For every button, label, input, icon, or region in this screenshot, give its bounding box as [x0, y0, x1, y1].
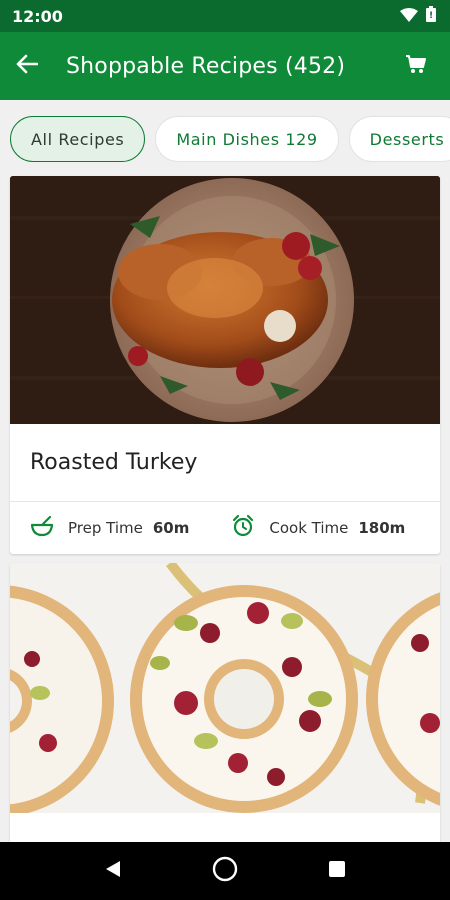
prep-time-value: 60m — [152, 519, 190, 537]
wifi-icon — [400, 7, 418, 26]
cook-time: Cook Time 180m — [231, 514, 405, 542]
chip-main-dishes[interactable]: Main Dishes 129 — [155, 116, 339, 162]
nav-back-button[interactable] — [98, 856, 128, 886]
back-arrow-icon — [16, 54, 39, 78]
system-nav-bar — [0, 842, 450, 900]
recipe-image[interactable] — [10, 176, 440, 424]
chip-desserts[interactable]: Desserts — [348, 116, 450, 162]
back-triangle-icon — [104, 859, 122, 883]
recipe-card[interactable] — [10, 563, 440, 863]
battery-icon: ! — [426, 6, 436, 26]
alarm-clock-icon — [231, 514, 255, 542]
page-title: Shoppable Recipes (452) — [66, 53, 346, 79]
recipe-image[interactable] — [10, 563, 440, 813]
prep-time: Prep Time 60m — [30, 515, 189, 541]
bowl-icon — [30, 515, 54, 541]
cart-icon — [405, 53, 427, 79]
recipe-card[interactable]: Roasted Turkey Prep Time 60m Cook Time 1… — [10, 176, 440, 554]
cook-time-value: 180m — [358, 519, 406, 537]
app-bar: Shoppable Recipes (452) — [0, 32, 450, 100]
prep-time-label: Prep Time — [68, 519, 143, 537]
cook-time-label: Cook Time — [269, 519, 349, 537]
status-time: 12:00 — [12, 6, 63, 26]
category-chips: All Recipes Main Dishes 129 Desserts — [0, 100, 450, 178]
recents-square-icon — [328, 860, 346, 882]
recipe-title[interactable]: Roasted Turkey — [10, 424, 440, 502]
chip-all-recipes[interactable]: All Recipes — [10, 116, 146, 162]
status-icons: ! — [400, 6, 436, 26]
nav-home-button[interactable] — [210, 856, 240, 886]
back-button[interactable] — [16, 46, 56, 86]
cart-button[interactable] — [398, 48, 434, 84]
nav-recents-button[interactable] — [322, 856, 352, 886]
status-bar: 12:00 ! — [0, 0, 450, 32]
svg-text:!: ! — [429, 11, 433, 21]
home-circle-icon — [212, 856, 238, 886]
recipe-meta: Prep Time 60m Cook Time 180m — [10, 502, 440, 554]
